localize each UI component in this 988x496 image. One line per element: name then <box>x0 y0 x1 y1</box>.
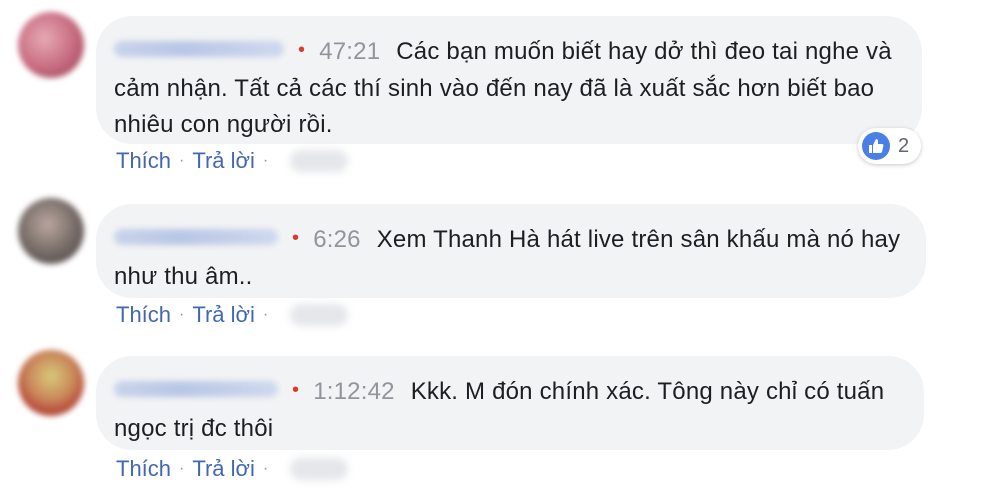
comment-timestamp[interactable]: 6:26 <box>313 226 361 253</box>
comment-timestamp[interactable]: 1:12:42 <box>313 378 394 405</box>
comment-bubble: • 47:21 Các bạn muốn biết hay dở thì đeo t… <box>96 16 922 144</box>
thumbs-up-icon <box>862 132 890 160</box>
avatar[interactable] <box>18 12 84 78</box>
avatar[interactable] <box>18 350 84 416</box>
like-link[interactable]: Thích <box>116 302 171 328</box>
separator: · <box>179 152 185 169</box>
like-link[interactable]: Thích <box>116 456 171 482</box>
separator: · <box>262 152 269 169</box>
avatar[interactable] <box>18 198 84 264</box>
live-dot-icon: • <box>292 379 300 401</box>
reaction-summary[interactable]: 2 <box>858 128 922 164</box>
reply-link[interactable]: Trả lời <box>192 148 255 174</box>
live-dot-icon: • <box>298 39 306 61</box>
comment-actions: Thích · Trả lời · <box>116 302 349 328</box>
separator: · <box>179 460 185 477</box>
comment-actions: Thích · Trả lời · <box>116 456 349 482</box>
comment-bubble: • 1:12:42 Kkk. M đón chính xác. Tông này c… <box>96 356 924 450</box>
author-name[interactable] <box>114 40 284 57</box>
author-name[interactable] <box>114 380 278 397</box>
reaction-count: 2 <box>898 134 910 157</box>
comment-actions: Thích · Trả lời · <box>116 148 349 174</box>
comment-age[interactable] <box>290 458 349 480</box>
live-dot-icon: • <box>292 227 300 249</box>
like-link[interactable]: Thích <box>116 148 171 174</box>
separator: · <box>179 306 185 323</box>
author-name[interactable] <box>114 228 278 245</box>
comment-bubble: • 6:26 Xem Thanh Hà hát live trên sân khấu… <box>96 204 926 298</box>
comment-age[interactable] <box>290 304 349 326</box>
separator: · <box>262 460 269 477</box>
comment-timestamp[interactable]: 47:21 <box>319 38 380 65</box>
reply-link[interactable]: Trả lời <box>192 302 255 328</box>
separator: · <box>262 306 269 323</box>
reply-link[interactable]: Trả lời <box>192 456 255 482</box>
comment-age[interactable] <box>290 150 349 172</box>
